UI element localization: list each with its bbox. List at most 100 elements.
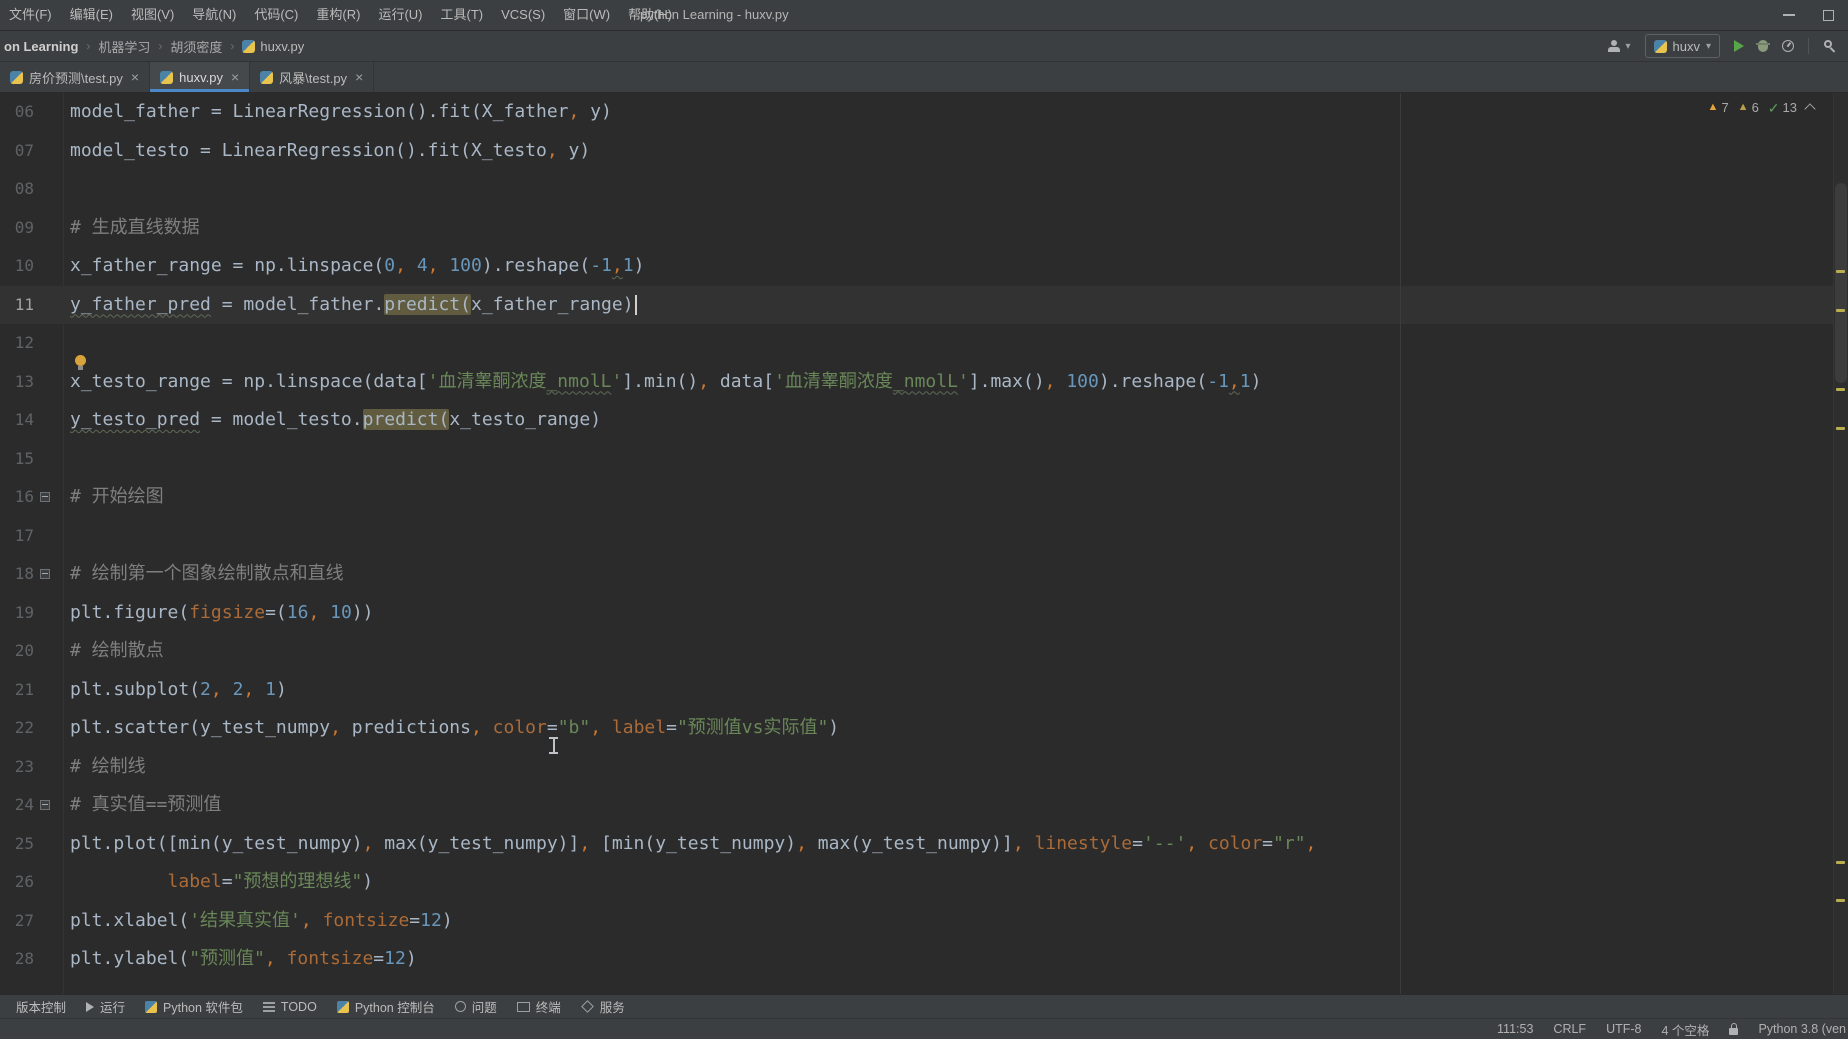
line-number[interactable]: 28 [0,940,34,979]
menu-item[interactable]: 导航(N) [183,0,245,30]
line-number[interactable]: 06 [0,93,34,132]
code-line[interactable]: 23 # 绘制线 [0,748,1834,787]
menu-item[interactable]: 运行(U) [369,0,431,30]
status-item[interactable]: 4 个空格 [1662,1020,1710,1039]
code-line[interactable]: 28 plt.ylabel("预测值", fontsize=12) [0,940,1834,979]
close-icon[interactable]: × [231,70,239,84]
fold-icon[interactable] [40,800,50,811]
menu-item[interactable]: 窗口(W) [554,0,619,30]
tool-window-button[interactable]: 终端 [507,995,571,1018]
code-line[interactable]: 07 model_testo = LinearRegression().fit(X… [0,132,1834,171]
code-line[interactable]: 20 # 绘制散点 [0,632,1834,671]
menu-item[interactable]: VCS(S) [492,0,554,30]
line-number[interactable]: 20 [0,632,34,671]
warning-stripe-mark[interactable] [1836,427,1845,430]
code-line[interactable]: 21 plt.subplot(2, 2, 1) [0,671,1834,710]
code-line[interactable]: 27 plt.xlabel('结果真实值', fontsize=12) [0,902,1834,941]
tool-window-button[interactable]: TODO [253,995,327,1018]
code-line[interactable]: 11 y_father_pred = model_father.predict(x… [0,285,1834,324]
status-item[interactable]: 111:53 [1497,1022,1533,1036]
tool-window-button[interactable]: Python 软件包 [135,995,253,1018]
breadcrumb-item[interactable]: 胡须密度 [170,37,222,56]
line-number[interactable]: 09 [0,209,34,248]
editor-tab[interactable]: 风暴\test.py × [250,62,375,92]
tool-window-button[interactable]: 问题 [445,995,507,1018]
passed-count-group[interactable]: ✓ 13 [1768,100,1797,115]
code-line[interactable]: 06 model_father = LinearRegression().fit(… [0,93,1834,132]
warning-stripe-mark[interactable] [1836,309,1845,312]
menu-item[interactable]: 工具(T) [431,0,492,30]
status-item[interactable]: CRLF [1553,1022,1586,1036]
breadcrumb-item[interactable]: on Learning [4,39,78,54]
menu-item[interactable]: 代码(C) [245,0,307,30]
code-line[interactable]: 25 plt.plot([min(y_test_numpy), max(y_tes… [0,825,1834,864]
code-line[interactable]: 24 # 真实值==预测值 [0,786,1834,825]
code-line[interactable]: 15 [0,440,1834,479]
menu-item[interactable]: 编辑(E) [61,0,122,30]
line-number[interactable]: 21 [0,671,34,710]
error-stripe-scrollbar[interactable] [1833,93,1848,994]
status-item[interactable]: Python 3.8 (ven [1758,1022,1846,1036]
line-number[interactable]: 07 [0,132,34,171]
intention-lightbulb-icon[interactable] [74,355,87,372]
breadcrumb-file[interactable]: huxv.py [242,39,304,54]
line-number[interactable]: 18 [0,555,34,594]
chevron-up-icon[interactable] [1804,103,1816,115]
line-number[interactable]: 25 [0,825,34,864]
line-number[interactable]: 23 [0,748,34,787]
code-with-me-users-button[interactable]: ▾ [1607,39,1631,53]
debug-button[interactable] [1756,40,1770,52]
line-number[interactable]: 27 [0,902,34,941]
line-number[interactable]: 10 [0,247,34,286]
code-line[interactable]: 18 # 绘制第一个图象绘制散点和直线 [0,555,1834,594]
code-line[interactable]: 13 x_testo_range = np.linspace(data['血清睾酮… [0,363,1834,402]
code-line[interactable]: 26 label="预想的理想线") [0,863,1834,902]
warning-stripe-mark[interactable] [1836,270,1845,273]
run-configuration-select[interactable]: huxv ▾ [1644,34,1720,58]
breadcrumb-item[interactable]: 机器学习 [98,37,150,56]
line-number[interactable]: 08 [0,170,34,209]
fold-icon[interactable] [40,569,50,580]
code-line[interactable]: 09 # 生成直线数据 [0,209,1834,248]
code-line[interactable]: 12 [0,324,1834,363]
close-icon[interactable]: × [131,70,139,84]
tool-window-button[interactable]: 运行 [76,995,135,1018]
tool-window-button[interactable]: Python 控制台 [327,995,445,1018]
line-number[interactable]: 13 [0,363,34,402]
warnings-count-group[interactable]: ▲ 7 [1708,100,1729,115]
line-number[interactable]: 16 [0,478,34,517]
code-line[interactable]: 10 x_father_range = np.linspace(0, 4, 100… [0,247,1834,286]
line-number[interactable]: 12 [0,324,34,363]
warning-stripe-mark[interactable] [1836,861,1845,864]
code-line[interactable]: 14 y_testo_pred = model_testo.predict(x_t… [0,401,1834,440]
weak-warnings-count-group[interactable]: ▲ 6 [1738,100,1759,115]
code-line[interactable]: 17 [0,517,1834,556]
search-everywhere-button[interactable] [1823,39,1838,54]
code-area[interactable]: 06 model_father = LinearRegression().fit(… [0,93,1834,979]
line-number[interactable]: 24 [0,786,34,825]
line-number[interactable]: 26 [0,863,34,902]
maximize-icon[interactable] [1823,9,1834,21]
code-line[interactable]: 22 plt.scatter(y_test_numpy, predictions,… [0,709,1834,748]
line-number[interactable]: 19 [0,594,34,633]
scrollbar-thumb[interactable] [1835,183,1847,383]
status-item[interactable]: UTF-8 [1606,1022,1641,1036]
lock-icon[interactable] [1729,1022,1739,1035]
line-number[interactable]: 22 [0,709,34,748]
editor-tab-active[interactable]: huxv.py × [150,62,251,92]
editor-tab[interactable]: 房价预测\test.py × [0,62,151,92]
line-number[interactable]: 15 [0,440,34,479]
warning-stripe-mark[interactable] [1836,899,1845,902]
run-button[interactable] [1734,40,1744,52]
fold-icon[interactable] [40,492,50,503]
code-line[interactable]: 08 [0,170,1834,209]
line-number[interactable]: 14 [0,401,34,440]
menu-item[interactable]: 文件(F) [0,0,61,30]
menu-item[interactable]: 视图(V) [122,0,183,30]
code-line[interactable]: 16 # 开始绘图 [0,478,1834,517]
profiler-button[interactable] [1782,40,1794,52]
tool-window-button[interactable]: 服务 [571,995,635,1018]
line-number[interactable]: 17 [0,517,34,556]
close-icon[interactable]: × [355,70,363,84]
menu-item[interactable]: 重构(R) [307,0,369,30]
